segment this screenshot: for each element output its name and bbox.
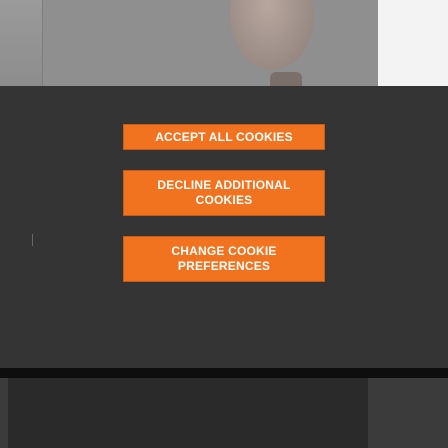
scroll-edge-mark	[32, 234, 33, 246]
person-head-image	[230, 0, 314, 70]
hero-image	[42, 0, 378, 86]
bottom-divider-bar	[0, 368, 448, 378]
change-cookie-preferences-button[interactable]: CHANGE COOKIE PREFERENCES	[123, 236, 325, 282]
decline-additional-cookies-button[interactable]: DECLINE ADDITIONAL COOKIES	[123, 170, 325, 216]
decline-additional-cookies-label: DECLINE ADDITIONAL COOKIES	[157, 178, 291, 207]
background-page-right	[378, 0, 448, 86]
background-card	[8, 378, 368, 448]
accept-all-cookies-label: ACCEPT ALL COOKIES	[155, 129, 293, 144]
accept-all-cookies-button[interactable]: ACCEPT ALL COOKIES	[123, 124, 325, 150]
background-page	[0, 0, 448, 86]
cookie-consent-panel: ACCEPT ALL COOKIES DECLINE ADDITIONAL CO…	[0, 86, 448, 368]
person-hand-image	[270, 72, 302, 86]
divider	[42, 0, 43, 86]
page: ACCEPT ALL COOKIES DECLINE ADDITIONAL CO…	[0, 0, 448, 448]
background-page-bottom	[0, 378, 448, 448]
change-cookie-preferences-label: CHANGE COOKIE PREFERENCES	[171, 244, 277, 273]
